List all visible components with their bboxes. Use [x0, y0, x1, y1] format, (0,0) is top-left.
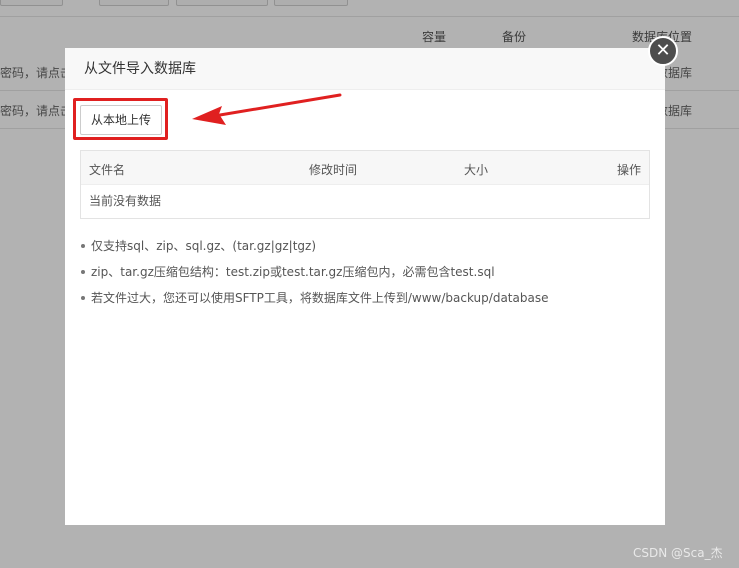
file-table: 文件名 修改时间 大小 操作 当前没有数据 [80, 150, 650, 219]
file-table-header: 文件名 修改时间 大小 操作 [81, 151, 649, 185]
empty-table-message: 当前没有数据 [89, 194, 162, 208]
note-item: 仅支持sql、zip、sql.gz、(tar.gz|gz|tgz) [80, 238, 548, 264]
note-item: zip、tar.gz压缩包结构：test.zip或test.tar.gz压缩包内… [80, 264, 548, 290]
note-item: 若文件过大，您还可以使用SFTP工具，将数据库文件上传到/www/backup/… [80, 290, 548, 316]
notes-list: 仅支持sql、zip、sql.gz、(tar.gz|gz|tgz) zip、ta… [80, 238, 548, 316]
column-header-filename: 文件名 [89, 163, 126, 177]
column-header-actions: 操作 [617, 163, 642, 177]
watermark: CSDN @Sca_杰 [633, 546, 723, 560]
column-header-modified-time: 修改时间 [309, 163, 358, 177]
column-header-size: 大小 [464, 163, 489, 177]
